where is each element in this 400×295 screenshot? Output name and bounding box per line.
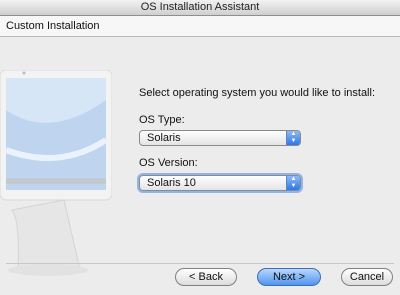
instruction-text: Select operating system you would like t… <box>139 87 376 99</box>
footer-divider <box>6 263 394 264</box>
os-version-label: OS Version: <box>139 157 198 169</box>
os-type-label: OS Type: <box>139 114 185 126</box>
content-panel: Select operating system you would like t… <box>0 37 400 276</box>
next-button[interactable]: Next > <box>257 268 321 286</box>
back-button[interactable]: < Back <box>175 268 237 286</box>
os-version-popup[interactable]: Solaris 10 ▲ ▼ <box>139 175 301 191</box>
computer-illustration <box>0 70 112 276</box>
window-title: OS Installation Assistant <box>140 1 260 13</box>
cancel-button[interactable]: Cancel <box>341 268 393 286</box>
popup-arrows-icon: ▲ ▼ <box>286 176 300 190</box>
section-title: Custom Installation <box>6 20 100 32</box>
popup-arrows-icon: ▲ ▼ <box>286 131 300 145</box>
os-type-value: Solaris <box>147 132 181 144</box>
title-bar: OS Installation Assistant <box>0 0 400 16</box>
os-version-value: Solaris 10 <box>147 177 196 189</box>
os-type-popup[interactable]: Solaris ▲ ▼ <box>139 130 301 146</box>
section-header: Custom Installation <box>0 16 400 37</box>
installer-window: OS Installation Assistant Custom Install… <box>0 0 400 295</box>
